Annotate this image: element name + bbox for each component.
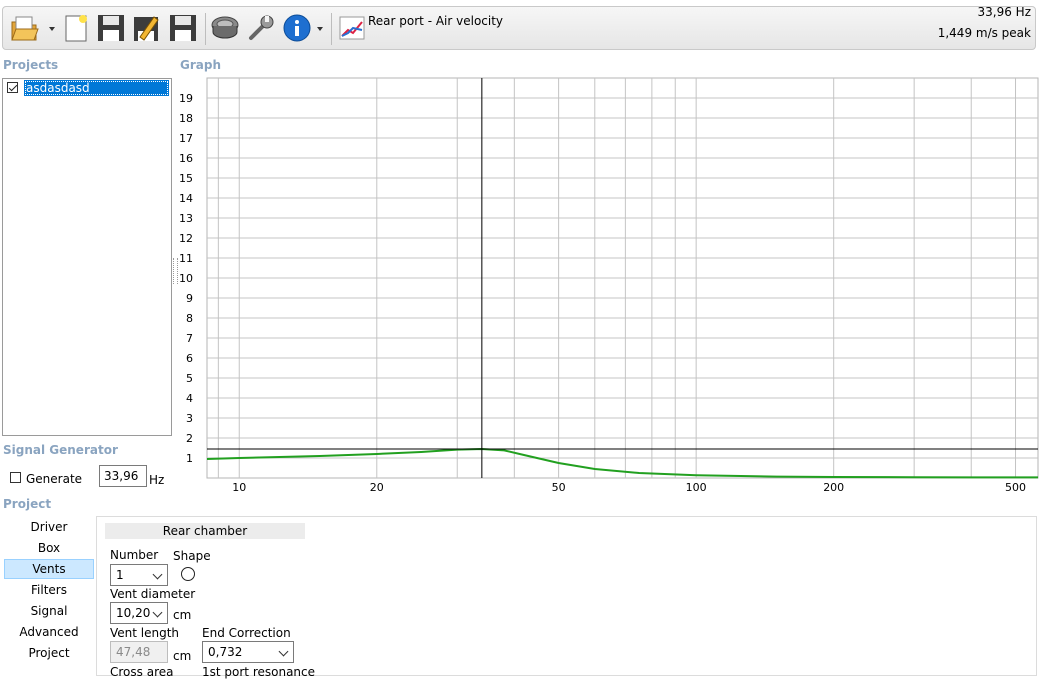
end-correction-value: 0,732 (208, 645, 243, 659)
graph-selector-label[interactable]: Rear port - Air velocity (368, 14, 503, 28)
save-icon[interactable] (95, 12, 127, 44)
y-tick-label: 3 (186, 412, 193, 425)
y-tick-label: 5 (186, 372, 193, 385)
nav-item-filters[interactable]: Filters (4, 580, 94, 600)
cursor-frequency-readout: 33,96 Hz (977, 5, 1032, 19)
wrench-icon[interactable] (245, 12, 277, 44)
chevron-down-icon (278, 646, 289, 657)
x-tick-label: 20 (370, 481, 384, 494)
y-tick-label: 17 (179, 132, 193, 145)
y-tick-label: 6 (186, 352, 193, 365)
generator-frequency-input[interactable] (99, 465, 147, 487)
vent-diameter-select[interactable]: 10,20 (110, 602, 168, 624)
y-tick-label: 12 (179, 232, 193, 245)
info-icon[interactable] (281, 12, 313, 44)
y-tick-label: 13 (179, 212, 193, 225)
generator-unit: Hz (149, 473, 165, 487)
y-tick-label: 1 (186, 452, 193, 465)
y-tick-label: 4 (186, 392, 193, 405)
signal-generator-title: Signal Generator (3, 443, 118, 457)
round-shape-icon[interactable] (181, 567, 195, 581)
edit-icon[interactable] (131, 12, 163, 44)
y-tick-label: 19 (179, 92, 193, 105)
number-select[interactable]: 1 (110, 564, 168, 586)
generate-checkbox[interactable] (10, 472, 21, 486)
y-tick-label: 15 (179, 172, 193, 185)
x-tick-label: 500 (1005, 481, 1026, 494)
save-all-icon[interactable] (167, 12, 199, 44)
y-tick-label: 18 (179, 112, 193, 125)
info-dropdown-arrow-icon[interactable] (317, 27, 323, 31)
project-item[interactable]: asdasdasd (24, 80, 169, 96)
y-tick-label: 8 (186, 312, 193, 325)
project-checkbox[interactable] (7, 82, 18, 96)
shape-label: Shape (173, 549, 211, 563)
chamber-header: Rear chamber (105, 523, 305, 539)
port-resonance-label: 1st port resonance (202, 665, 316, 679)
end-correction-select[interactable]: 0,732 (202, 641, 294, 663)
x-tick-label: 100 (686, 481, 707, 494)
y-tick-label: 11 (179, 252, 193, 265)
open-folder-icon[interactable] (9, 12, 41, 44)
driver-icon[interactable] (209, 12, 241, 44)
toolbar (2, 6, 1036, 50)
graph-chart[interactable]: 1234567891011121314151617181910 20 50 100 20… (176, 72, 1039, 502)
vent-length-label: Vent length (110, 626, 180, 640)
nav-item-box[interactable]: Box (4, 538, 94, 558)
x-tick-label: 200 (823, 481, 844, 494)
nav-item-project[interactable]: Project (4, 643, 94, 663)
number-label: Number (110, 548, 159, 562)
vent-diameter-value: 10,20 (116, 606, 151, 620)
vent-length-field: 47,48 (110, 641, 168, 663)
vent-length-unit: cm (173, 649, 192, 663)
y-tick-label: 2 (186, 432, 193, 445)
cursor-value-readout: 1,449 m/s peak (937, 26, 1031, 40)
number-select-value: 1 (116, 568, 124, 582)
graph-icon[interactable] (336, 12, 368, 44)
nav-item-signal[interactable]: Signal (4, 601, 94, 621)
end-correction-label: End Correction (202, 626, 291, 640)
y-tick-label: 16 (179, 152, 193, 165)
toolbar-separator (331, 13, 332, 45)
y-tick-label: 7 (186, 332, 193, 345)
y-tick-label: 14 (179, 192, 193, 205)
vent-length-value: 47,48 (116, 645, 151, 659)
chevron-down-icon (152, 607, 163, 618)
x-tick-label: 50 (552, 481, 566, 494)
vent-diameter-label: Vent diameter (110, 587, 196, 601)
cross-area-label: Cross area (110, 665, 174, 679)
nav-item-vents[interactable]: Vents (4, 559, 94, 579)
y-tick-label: 10 (179, 272, 193, 285)
y-tick-label: 9 (186, 292, 193, 305)
open-dropdown-arrow-icon[interactable] (49, 27, 55, 31)
chevron-down-icon (152, 569, 163, 580)
nav-item-advanced[interactable]: Advanced (4, 622, 94, 642)
generate-label: Generate (26, 472, 83, 486)
graph-title: Graph (180, 58, 221, 72)
projects-title: Projects (3, 58, 59, 72)
nav-item-driver[interactable]: Driver (4, 517, 94, 537)
toolbar-separator (205, 13, 206, 45)
x-tick-label: 10 (232, 481, 246, 494)
new-file-icon[interactable] (60, 12, 92, 44)
splitter-handle[interactable] (173, 258, 178, 284)
project-section-title: Project (3, 497, 52, 511)
projects-list[interactable] (2, 78, 172, 436)
vent-diameter-unit: cm (173, 608, 192, 622)
